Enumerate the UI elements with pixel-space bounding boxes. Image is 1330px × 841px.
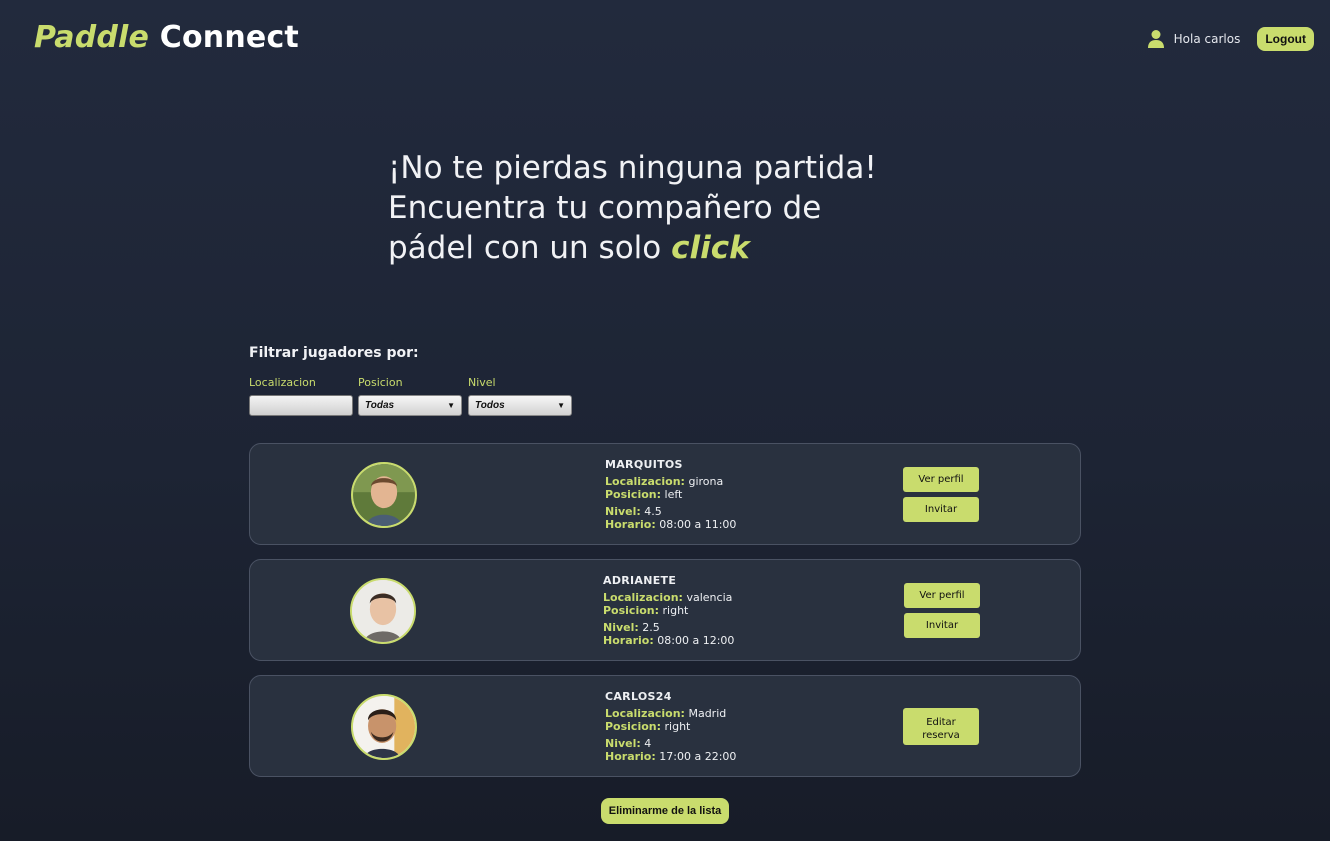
player-card: CARLOS24 Localizacion: Madrid Posicion: …	[249, 675, 1081, 777]
hero-heading: ¡No te pierdas ninguna partida! Encuentr…	[388, 148, 948, 268]
player-avatar	[350, 578, 416, 644]
schedule-label: Horario:	[605, 750, 656, 763]
filter-position: Posicion Todas ▼	[358, 376, 462, 416]
chevron-down-icon: ▼	[447, 401, 455, 410]
schedule-value: 17:00 a 22:00	[659, 750, 737, 763]
filter-title: Filtrar jugadores por:	[249, 345, 419, 361]
schedule-label: Horario:	[605, 518, 656, 531]
player-card: MARQUITOS Localizacion: girona Posicion:…	[249, 443, 1081, 545]
position-select-value: Todas	[365, 400, 395, 411]
player-name: CARLOS24	[605, 690, 672, 703]
filter-location: Localizacion	[249, 376, 353, 416]
invite-button[interactable]: Invitar	[903, 497, 979, 522]
player-info: MARQUITOS Localizacion: girona Posicion:…	[605, 458, 736, 531]
app-logo[interactable]: Paddle Connect	[34, 20, 299, 55]
level-label: Nivel:	[603, 621, 639, 634]
chevron-down-icon: ▼	[557, 401, 565, 410]
location-label: Localizacion:	[605, 707, 685, 720]
position-value: right	[664, 720, 691, 733]
hero-line-1: ¡No te pierdas ninguna partida!	[388, 150, 877, 186]
schedule-value: 08:00 a 12:00	[657, 634, 735, 647]
edit-booking-line-1: Editar	[926, 717, 956, 728]
player-level: Nivel: 2.5	[603, 621, 734, 634]
logo-part-connect: Connect	[159, 20, 299, 55]
invite-button[interactable]: Invitar	[904, 613, 980, 638]
view-profile-button[interactable]: Ver perfil	[904, 583, 980, 608]
position-label: Posicion:	[603, 604, 660, 617]
player-avatar	[351, 462, 417, 528]
player-info: CARLOS24 Localizacion: Madrid Posicion: …	[605, 690, 736, 763]
schedule-label: Horario:	[603, 634, 654, 647]
user-icon	[1147, 30, 1164, 48]
filter-location-label: Localizacion	[249, 376, 316, 389]
level-value: 4	[644, 737, 652, 750]
hero-highlight: click	[671, 230, 750, 266]
position-select[interactable]: Todas ▼	[358, 395, 462, 416]
remove-me-button[interactable]: Eliminarme de la lista	[601, 798, 729, 824]
hero-line-2: Encuentra tu compañero de	[388, 190, 822, 226]
location-value: Madrid	[688, 707, 727, 720]
filter-level: Nivel Todos ▼	[468, 376, 572, 416]
player-name: ADRIANETE	[603, 574, 677, 587]
player-level: Nivel: 4	[605, 737, 736, 750]
position-value: left	[664, 488, 683, 501]
location-value: girona	[688, 475, 724, 488]
level-label: Nivel:	[605, 505, 641, 518]
view-profile-button[interactable]: Ver perfil	[903, 467, 979, 492]
player-avatar	[351, 694, 417, 760]
filter-position-label: Posicion	[358, 376, 403, 389]
player-name: MARQUITOS	[605, 458, 683, 471]
player-schedule: Horario: 08:00 a 12:00	[603, 634, 734, 647]
location-value: valencia	[686, 591, 733, 604]
level-value: 2.5	[642, 621, 660, 634]
location-input[interactable]	[249, 395, 353, 416]
edit-booking-button[interactable]: Editar reserva	[903, 708, 979, 745]
position-value: right	[662, 604, 689, 617]
logout-button[interactable]: Logout	[1257, 27, 1314, 51]
location-label: Localizacion:	[603, 591, 683, 604]
level-label: Nivel:	[605, 737, 641, 750]
player-schedule: Horario: 08:00 a 11:00	[605, 518, 736, 531]
player-level: Nivel: 4.5	[605, 505, 736, 518]
player-position: Posicion: left	[605, 488, 736, 501]
level-value: 4.5	[644, 505, 662, 518]
schedule-value: 08:00 a 11:00	[659, 518, 737, 531]
player-card: ADRIANETE Localizacion: valencia Posicio…	[249, 559, 1081, 661]
player-position: Posicion: right	[603, 604, 734, 617]
location-label: Localizacion:	[605, 475, 685, 488]
player-location: Localizacion: Madrid	[605, 707, 736, 720]
position-label: Posicion:	[605, 720, 662, 733]
user-box: Hola carlos Logout	[1147, 27, 1314, 51]
player-location: Localizacion: valencia	[603, 591, 734, 604]
logo-part-paddle: Paddle	[34, 20, 150, 55]
player-position: Posicion: right	[605, 720, 736, 733]
position-label: Posicion:	[605, 488, 662, 501]
hero-line-3-text: pádel con un solo	[388, 230, 662, 266]
player-location: Localizacion: girona	[605, 475, 736, 488]
level-select[interactable]: Todos ▼	[468, 395, 572, 416]
player-schedule: Horario: 17:00 a 22:00	[605, 750, 736, 763]
player-info: ADRIANETE Localizacion: valencia Posicio…	[603, 574, 734, 647]
greeting-text: Hola carlos	[1173, 32, 1241, 46]
edit-booking-line-2: reserva	[922, 730, 960, 741]
hero-line-3: pádel con un solo click	[388, 228, 948, 268]
filter-level-label: Nivel	[468, 376, 496, 389]
level-select-value: Todos	[475, 400, 505, 411]
